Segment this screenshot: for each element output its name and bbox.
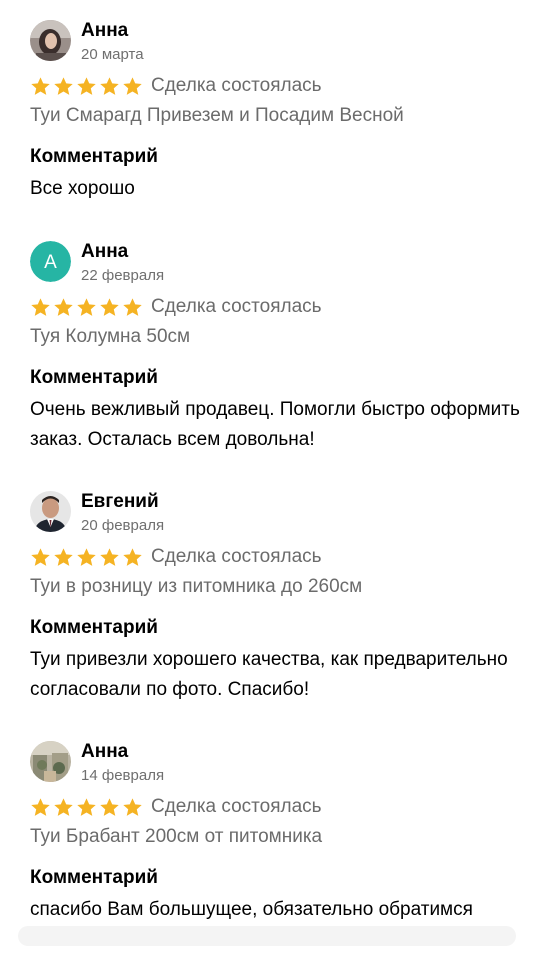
star-icon xyxy=(122,76,143,97)
review-card: Анна 20 марта Сделка состоялась Туи Смар… xyxy=(0,0,534,250)
rating-stars: Сделка состоялась xyxy=(30,545,322,569)
star-icon xyxy=(76,797,97,818)
star-icon xyxy=(76,76,97,97)
next-card-edge xyxy=(18,926,516,946)
rating-stars: Сделка состоялась xyxy=(30,795,322,819)
comment-label: Комментарий xyxy=(30,367,158,388)
star-icon xyxy=(99,297,120,318)
star-icon xyxy=(122,547,143,568)
reviewer-name[interactable]: Анна xyxy=(81,240,128,264)
reviewed-item: Туи Брабант 200см от питомника xyxy=(30,826,323,847)
deal-status: Сделка состоялась xyxy=(151,796,322,817)
star-icon xyxy=(99,76,120,97)
review-date: 14 февраля xyxy=(81,767,165,784)
star-icon xyxy=(30,297,51,318)
star-icon xyxy=(76,547,97,568)
review-date: 20 февраля xyxy=(81,517,165,534)
star-icon xyxy=(99,547,120,568)
avatar[interactable] xyxy=(30,741,71,782)
review-date: 20 марта xyxy=(81,46,144,63)
reviewed-item: Туи Смарагд Привезем и Посадим Весной xyxy=(30,105,404,126)
comment-label: Комментарий xyxy=(30,146,158,167)
review-date: 22 февраля xyxy=(81,267,165,284)
reviewed-item: Туи в розницу из питомника до 260см xyxy=(30,576,363,597)
comment-label: Комментарий xyxy=(30,617,158,638)
star-icon xyxy=(53,797,74,818)
avatar[interactable]: А xyxy=(30,241,71,282)
star-icon xyxy=(53,297,74,318)
star-icon xyxy=(122,297,143,318)
comment-text: Туи привезли хорошего качества, как пред… xyxy=(30,649,508,700)
avatar[interactable] xyxy=(30,20,71,61)
reviewer-name[interactable]: Евгений xyxy=(81,490,159,514)
rating-stars: Сделка состоялась xyxy=(30,295,322,319)
star-icon xyxy=(76,297,97,318)
star-icon xyxy=(30,76,51,97)
star-icon xyxy=(30,797,51,818)
star-icon xyxy=(122,797,143,818)
comment-text: спасибо Вам большущее, обязательно обрат… xyxy=(30,899,473,920)
star-icon xyxy=(99,797,120,818)
star-icon xyxy=(30,547,51,568)
deal-status: Сделка состоялась xyxy=(151,75,322,96)
comment-text: Все хорошо xyxy=(30,178,135,199)
comment-text: Очень вежливый продавец. Помогли быстро … xyxy=(30,399,520,450)
reviewer-name[interactable]: Анна xyxy=(81,19,128,43)
deal-status: Сделка состоялась xyxy=(151,546,322,567)
rating-stars: Сделка состоялась xyxy=(30,74,322,98)
reviewed-item: Туя Колумна 50см xyxy=(30,326,191,347)
star-icon xyxy=(53,76,74,97)
avatar-letter: А xyxy=(44,252,57,273)
star-icon xyxy=(53,547,74,568)
review-card: А Анна 22 февраля Сделка состоялась Туя … xyxy=(0,221,534,471)
avatar[interactable] xyxy=(30,491,71,532)
review-card: Евгений 20 февраля Сделка состоялась Туи… xyxy=(0,471,534,721)
comment-label: Комментарий xyxy=(30,867,158,888)
deal-status: Сделка состоялась xyxy=(151,296,322,317)
reviewer-name[interactable]: Анна xyxy=(81,740,128,764)
